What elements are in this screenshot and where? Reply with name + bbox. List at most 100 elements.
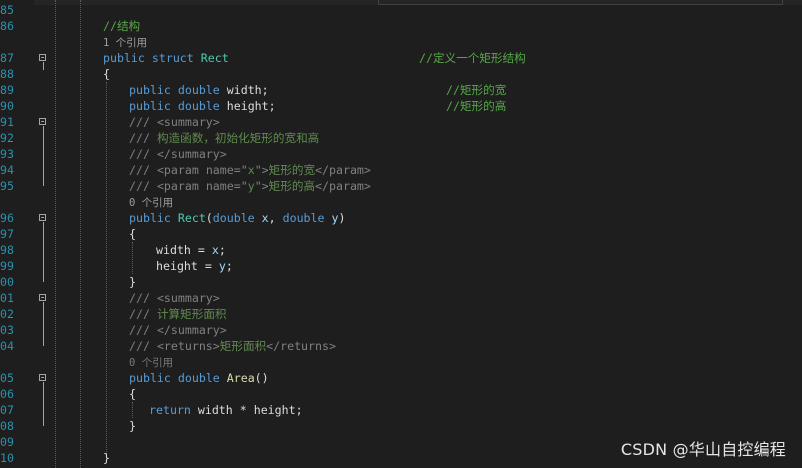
line-number: 93: [0, 147, 14, 161]
doc-attr: name=: [205, 179, 241, 193]
code-line-95: /// <param name="y">矩形的高</param>: [129, 178, 371, 194]
doc-text: 构造函数，初始化矩形的宽和高: [156, 131, 320, 145]
brace: {: [103, 67, 110, 81]
brace: {: [129, 387, 136, 401]
code-line-02: /// 计算矩形面积: [129, 306, 227, 322]
type-name: Rect: [177, 211, 206, 225]
identifier: width: [156, 243, 191, 257]
comment: //矩形的高: [446, 99, 507, 113]
brace: }: [103, 451, 110, 465]
collapse-toggle-icon[interactable]: [39, 118, 46, 125]
line-number: 89: [0, 83, 14, 97]
line-number: 98: [0, 243, 14, 257]
outline-line: [43, 62, 44, 70]
line-number: 88: [0, 67, 14, 81]
doc-tag: </param>: [315, 179, 371, 193]
paren: ): [338, 211, 346, 225]
doc-tag: >: [261, 163, 269, 177]
line-number: 09: [0, 435, 14, 449]
parameter: x: [261, 211, 269, 225]
doc-attr-value: y: [247, 179, 255, 193]
line-number: 96: [0, 211, 14, 225]
reference-count-link[interactable]: 1 个引用: [103, 37, 147, 49]
code-line-00: }: [129, 274, 136, 290]
doc-quote: ": [254, 179, 262, 193]
indent-guide: [132, 402, 133, 418]
comment: //定义一个矩形结构: [419, 51, 526, 65]
doc-tag: <summary>: [156, 291, 220, 305]
line-number: 00: [0, 275, 14, 289]
line-number: 94: [0, 163, 14, 177]
doc-prefix: ///: [129, 307, 150, 321]
line-number: 10: [0, 451, 14, 465]
indent-guide: [80, 0, 81, 468]
collapse-toggle-icon[interactable]: [39, 214, 46, 221]
identifier: width;: [226, 83, 269, 97]
code-line-87: public struct Rect: [103, 50, 229, 66]
code-line-03: /// </summary>: [129, 322, 227, 338]
paren: (: [205, 211, 213, 225]
brace: }: [129, 275, 136, 289]
keyword: public: [129, 211, 171, 225]
code-line-86: //结构: [103, 18, 140, 34]
keyword: struct: [151, 51, 194, 65]
code-comment-87: //定义一个矩形结构: [419, 50, 526, 66]
code-line-06: {: [129, 386, 136, 402]
doc-prefix: ///: [129, 163, 150, 177]
line-number: 95: [0, 179, 14, 193]
doc-tag: >: [261, 179, 269, 193]
code-line-05: public double Area(): [129, 370, 269, 386]
doc-prefix: ///: [129, 339, 150, 353]
operator: =: [190, 243, 212, 257]
reference-count-link[interactable]: 0 个引用: [129, 357, 173, 369]
brace: {: [129, 227, 136, 241]
codelens-references[interactable]: 0 个引用: [129, 194, 173, 210]
doc-prefix: ///: [129, 131, 150, 145]
indent-guide: [106, 82, 107, 460]
code-line-89: public double width;: [129, 82, 269, 98]
outline-line: [43, 302, 44, 346]
semicolon: ;: [225, 259, 233, 273]
code-line-98: width = x;: [156, 242, 226, 258]
collapse-toggle-icon[interactable]: [39, 54, 46, 61]
code-line-08: }: [129, 418, 136, 434]
code-line-88: {: [103, 66, 110, 82]
comma: ,: [268, 211, 276, 225]
parameter: y: [218, 259, 226, 273]
line-number: 87: [0, 51, 14, 65]
doc-tag: </summary>: [156, 147, 227, 161]
code-line-10: }: [103, 450, 110, 466]
line-number: 07: [0, 403, 14, 417]
doc-tag: <returns>: [156, 339, 220, 353]
code-line-99: height = y;: [156, 258, 233, 274]
code-comment-90: //矩形的高: [446, 98, 506, 114]
keyword: double: [177, 371, 220, 385]
method-name: Area: [226, 371, 255, 385]
codelens-references[interactable]: 1 个引用: [103, 34, 147, 50]
doc-text: 矩形面积: [219, 339, 267, 353]
code-line-01: /// <summary>: [129, 290, 220, 306]
doc-text: 矩形的高: [268, 179, 316, 193]
semicolon: ;: [218, 243, 226, 257]
line-number: 86: [0, 19, 14, 33]
codelens-references[interactable]: 0 个引用: [129, 354, 173, 370]
collapse-toggle-icon[interactable]: [39, 294, 46, 301]
indent-guide: [132, 242, 133, 274]
outline-line: [43, 382, 44, 426]
doc-tag: <summary>: [156, 115, 220, 129]
outline-line: [43, 126, 44, 186]
document-tab-bar: [0, 0, 802, 5]
type-name: Rect: [200, 51, 229, 65]
keyword: double: [177, 83, 220, 97]
line-number: 85: [0, 3, 14, 17]
doc-prefix: ///: [129, 147, 150, 161]
keyword: public: [103, 51, 145, 65]
editor-tab[interactable]: [378, 0, 783, 5]
code-line-92: /// 构造函数，初始化矩形的宽和高: [129, 130, 319, 146]
collapse-toggle-icon[interactable]: [39, 374, 46, 381]
identifier: height;: [226, 99, 276, 113]
doc-quote: ": [240, 163, 248, 177]
doc-text: 计算矩形面积: [156, 307, 227, 321]
doc-tag: <param: [156, 179, 199, 193]
reference-count-link[interactable]: 0 个引用: [129, 197, 173, 209]
